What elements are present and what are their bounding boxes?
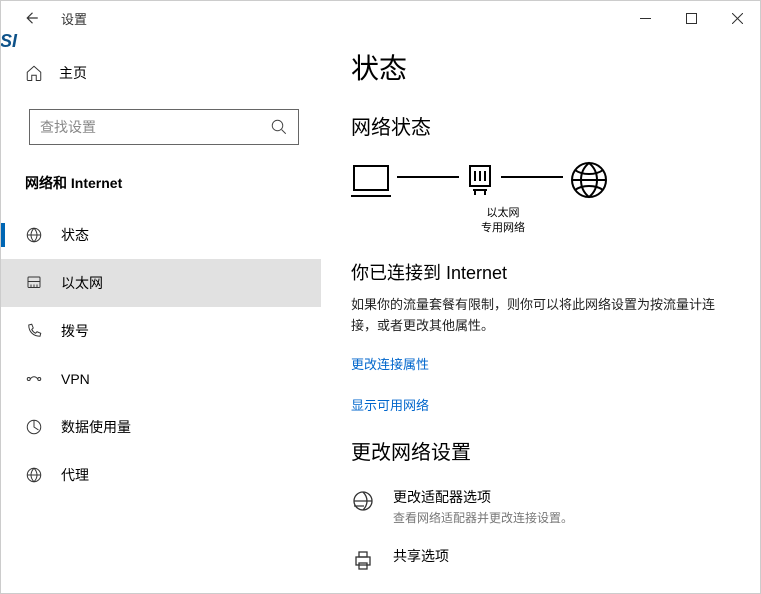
proxy-globe-icon <box>25 466 43 484</box>
sidebar-item-proxy[interactable]: 代理 <box>1 451 321 499</box>
minimize-icon <box>640 13 651 24</box>
setting-desc: 查看网络适配器并更改连接设置。 <box>393 509 573 526</box>
sidebar-item-datausage[interactable]: 数据使用量 <box>1 403 321 451</box>
minimize-button[interactable] <box>622 1 668 35</box>
sidebar-item-label: 状态 <box>61 225 89 245</box>
body: 主页 网络和 Internet 状态 以太网 拨号 <box>1 35 760 593</box>
setting-title: 更改适配器选项 <box>393 487 573 507</box>
section-heading-status: 网络状态 <box>351 111 730 140</box>
search-wrap <box>29 109 299 145</box>
section-heading-change: 更改网络设置 <box>351 436 730 465</box>
home-label: 主页 <box>59 63 87 83</box>
router-icon <box>465 163 495 197</box>
connector-line <box>397 176 459 178</box>
home-icon <box>25 64 43 82</box>
globe-icon <box>25 226 43 244</box>
show-available-networks-link[interactable]: 显示可用网络 <box>351 395 730 414</box>
sidebar: 主页 网络和 Internet 状态 以太网 拨号 <box>1 35 321 593</box>
connected-body: 如果你的流量套餐有限制，则你可以将此网络设置为按流量计连接，或者更改其他属性。 <box>351 295 730 337</box>
sidebar-item-status[interactable]: 状态 <box>1 211 321 259</box>
active-indicator <box>1 223 5 247</box>
settings-window: SI 设置 主页 <box>0 0 761 594</box>
close-button[interactable] <box>714 1 760 35</box>
setting-title: 共享选项 <box>393 546 449 566</box>
sidebar-item-label: 数据使用量 <box>61 417 131 437</box>
setting-sharing-options[interactable]: 共享选项 <box>351 546 730 572</box>
window-controls <box>622 1 760 35</box>
setting-adapter-options[interactable]: 更改适配器选项 查看网络适配器并更改连接设置。 <box>351 487 730 526</box>
setting-text: 共享选项 <box>393 546 449 566</box>
ethernet-icon <box>25 274 43 292</box>
sidebar-item-label: 以太网 <box>61 273 103 293</box>
computer-icon <box>351 163 391 197</box>
section-label: 网络和 Internet <box>1 163 321 211</box>
change-connection-props-link[interactable]: 更改连接属性 <box>351 354 730 373</box>
printer-icon <box>351 548 375 572</box>
page-title: 状态 <box>351 47 730 87</box>
main-content: 状态 网络状态 以太网 专用网络 你已连接到 Internet 如果你的流量套餐… <box>321 35 760 593</box>
maximize-button[interactable] <box>668 1 714 35</box>
window-title: 设置 <box>61 9 87 28</box>
sidebar-item-label: VPN <box>61 371 90 387</box>
background-app-fragment: SI <box>0 31 16 52</box>
network-type-label: 专用网络 <box>473 221 533 236</box>
sidebar-item-vpn[interactable]: VPN <box>1 355 321 403</box>
home-link[interactable]: 主页 <box>1 51 321 95</box>
sidebar-item-label: 代理 <box>61 465 89 485</box>
connected-heading: 你已连接到 Internet <box>351 259 730 285</box>
search-input[interactable] <box>40 119 270 135</box>
titlebar: 设置 <box>1 1 760 35</box>
sidebar-item-dialup[interactable]: 拨号 <box>1 307 321 355</box>
search-icon <box>270 118 288 136</box>
connector-line <box>501 176 563 178</box>
adapter-globe-icon <box>351 489 375 513</box>
data-usage-icon <box>25 418 43 436</box>
close-icon <box>732 13 743 24</box>
sidebar-item-ethernet[interactable]: 以太网 <box>1 259 321 307</box>
search-input-container[interactable] <box>29 109 299 145</box>
setting-text: 更改适配器选项 查看网络适配器并更改连接设置。 <box>393 487 573 526</box>
internet-globe-icon <box>569 160 609 200</box>
network-diagram <box>351 160 730 200</box>
back-button[interactable] <box>9 1 53 35</box>
maximize-icon <box>686 13 697 24</box>
vpn-icon <box>25 370 43 388</box>
phone-icon <box>25 322 43 340</box>
diagram-labels: 以太网 专用网络 <box>473 206 533 237</box>
device-label: 以太网 <box>473 206 533 221</box>
sidebar-item-label: 拨号 <box>61 321 89 341</box>
arrow-left-icon <box>22 9 40 27</box>
